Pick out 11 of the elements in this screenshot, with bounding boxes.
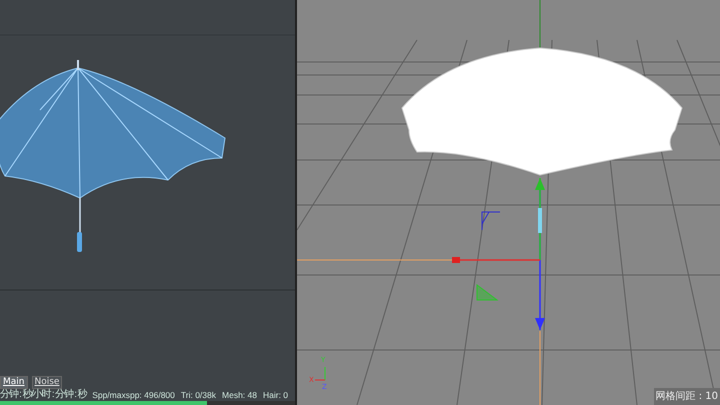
status-text: Spp/maxspp: 496/800 bbox=[92, 389, 175, 401]
world-axis-icon bbox=[314, 366, 326, 380]
status-text: 分钟 : 秒/小时 : 分钟 : 秒 bbox=[0, 389, 86, 401]
plane-handle-icon[interactable] bbox=[482, 212, 500, 230]
render-tab[interactable]: Main bbox=[0, 376, 28, 389]
grid-spacing-label: 网格间距 : 10 bbox=[654, 388, 720, 405]
status-text: Mesh: 48 bbox=[222, 389, 257, 401]
plane-handle-icon[interactable] bbox=[476, 284, 498, 300]
status-text: Tri: 0/38k bbox=[180, 389, 216, 401]
render-tab[interactable]: Noise bbox=[32, 376, 62, 389]
status-text: Hair: 0 bbox=[262, 389, 288, 401]
